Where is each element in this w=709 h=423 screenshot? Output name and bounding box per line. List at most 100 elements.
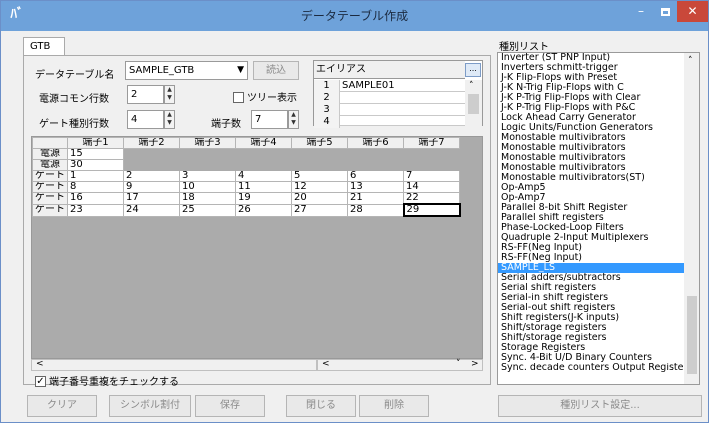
gate-rows-input[interactable]: 4 xyxy=(127,110,164,129)
list-item[interactable]: Storage Registers xyxy=(498,343,699,353)
list-item[interactable]: J-K N-Trig Flip-Flops with C xyxy=(498,83,699,93)
grid-cell[interactable]: 22 xyxy=(403,192,460,205)
grid-hscrollbar-right[interactable]: < ˅ > xyxy=(317,359,483,371)
grid-column-header[interactable]: 端子2 xyxy=(123,137,180,149)
grid-cell[interactable]: 15 xyxy=(67,148,124,160)
list-item[interactable]: Shift registers(J-K inputs) xyxy=(498,313,699,323)
grid-cell[interactable]: 12 xyxy=(291,181,348,193)
grid-cell[interactable]: 26 xyxy=(235,203,292,217)
grid-cell[interactable]: 24 xyxy=(123,203,180,217)
list-item[interactable]: Shift/storage registers xyxy=(498,333,699,343)
clear-button[interactable]: クリア xyxy=(27,395,97,417)
alias-row[interactable]: 2 xyxy=(314,92,465,104)
power-rows-stepper[interactable]: ▲ ▼ xyxy=(164,85,175,104)
list-item[interactable]: Logic Units/Function Generators xyxy=(498,123,699,133)
grid-cell[interactable]: 3 xyxy=(179,170,236,182)
list-item[interactable]: Serial-out shift registers xyxy=(498,303,699,313)
list-item[interactable]: RS-FF(Neg Input) xyxy=(498,253,699,263)
list-item[interactable]: Op-Amp7 xyxy=(498,193,699,203)
list-item[interactable]: Serial-in shift registers xyxy=(498,293,699,303)
list-item[interactable]: Lock Ahead Carry Generator xyxy=(498,113,699,123)
minimize-button[interactable]: – xyxy=(629,1,653,22)
list-item[interactable]: J-K P-Trig Flip-Flops with Clear xyxy=(498,93,699,103)
alias-row[interactable]: 4 xyxy=(314,116,465,128)
grid-column-header[interactable]: 端子1 xyxy=(67,137,124,149)
grid-cell[interactable]: 28 xyxy=(347,203,404,217)
list-item[interactable]: Serial adders/subtractors xyxy=(498,273,699,283)
list-item[interactable]: Monostable multivibrators(ST) xyxy=(498,173,699,183)
alias-row[interactable]: 3 xyxy=(314,104,465,116)
grid-cell[interactable]: 4 xyxy=(235,170,292,182)
list-item[interactable]: Monostable multivibrators xyxy=(498,133,699,143)
list-item[interactable]: Sync. 4-Bit U/D Binary Counters xyxy=(498,353,699,363)
list-item[interactable]: Quadruple 2-Input Multiplexers xyxy=(498,233,699,243)
list-item[interactable]: Parallel shift registers xyxy=(498,213,699,223)
grid-cell[interactable]: 25 xyxy=(179,203,236,217)
type-list-settings-button[interactable]: 種別リスト設定... xyxy=(498,395,702,417)
list-item[interactable]: Monostable multivibrators xyxy=(498,153,699,163)
dup-check-checkbox[interactable]: ✓ 端子番号重複をチェックする xyxy=(35,373,179,388)
grid-cell[interactable]: 27 xyxy=(291,203,348,217)
grid-cell[interactable]: 7 xyxy=(403,170,460,182)
type-list-scroll-thumb[interactable] xyxy=(687,296,697,374)
grid-cell[interactable]: 18 xyxy=(179,192,236,205)
type-list-scrollbar[interactable]: ˄ xyxy=(684,53,699,384)
list-item[interactable]: Serial shift registers xyxy=(498,283,699,293)
power-rows-input[interactable]: 2 xyxy=(127,85,164,104)
grid-cell[interactable]: 17 xyxy=(123,192,180,205)
grid-column-header[interactable]: 端子5 xyxy=(291,137,348,149)
chevron-left-icon[interactable]: < xyxy=(36,359,44,369)
tab-gtb[interactable]: GTB xyxy=(23,37,65,56)
list-item[interactable]: J-K P-Trig Flip-Flops with P&C xyxy=(498,103,699,113)
grid-cell[interactable]: 9 xyxy=(123,181,180,193)
alias-scrollbar[interactable]: ˄ xyxy=(465,80,482,126)
dup-check-box[interactable]: ✓ xyxy=(35,375,46,387)
grid-cell-selected[interactable]: 29 xyxy=(402,203,461,217)
chevron-up-icon[interactable]: ˄ xyxy=(688,56,693,66)
list-item[interactable]: Shift/storage registers xyxy=(498,323,699,333)
chevron-down-icon[interactable]: ˅ xyxy=(456,359,461,369)
list-item[interactable]: Op-Amp5 xyxy=(498,183,699,193)
close-button[interactable]: 閉じる xyxy=(286,395,356,417)
pins-input[interactable]: 7 xyxy=(251,110,288,129)
tree-view-check-box[interactable] xyxy=(233,91,244,103)
load-button[interactable]: 読込 xyxy=(253,61,299,80)
grid-cell[interactable]: 13 xyxy=(347,181,404,193)
delete-button[interactable]: 削除 xyxy=(359,395,429,417)
list-item[interactable]: Parallel 8-bit Shift Register xyxy=(498,203,699,213)
maximize-button[interactable] xyxy=(653,1,677,22)
grid-column-header[interactable]: 端子4 xyxy=(235,137,292,149)
grid-cell[interactable]: 30 xyxy=(67,159,124,171)
grid-cell[interactable]: 5 xyxy=(291,170,348,182)
list-item[interactable]: Inverter (ST PNP Input) xyxy=(498,53,699,63)
grid-cell[interactable]: 20 xyxy=(291,192,348,205)
chevron-up-icon[interactable]: ˄ xyxy=(469,81,474,91)
grid-cell[interactable]: 2 xyxy=(123,170,180,182)
grid-cell[interactable]: 6 xyxy=(347,170,404,182)
pins-stepper[interactable]: ▲ ▼ xyxy=(288,110,299,129)
grid-cell[interactable]: 21 xyxy=(347,192,404,205)
list-item[interactable]: Inverters schmitt-trigger xyxy=(498,63,699,73)
table-name-dropdown[interactable]: SAMPLE_GTB ▼ xyxy=(125,61,248,80)
type-list[interactable]: Inverter (ST PNP Input) Inverters schmitt… xyxy=(497,52,700,385)
list-item[interactable]: RS-FF(Neg Input) xyxy=(498,243,699,253)
gate-rows-stepper[interactable]: ▲ ▼ xyxy=(164,110,175,129)
list-item[interactable]: Sync. decade counters Output Registers xyxy=(498,363,699,373)
chevron-right-icon[interactable]: > xyxy=(471,359,479,369)
chevron-left-icon[interactable]: < xyxy=(322,359,330,369)
grid-cell[interactable]: 16 xyxy=(67,192,124,205)
grid-column-header[interactable]: 端子7 xyxy=(403,137,460,149)
tree-view-checkbox[interactable]: ツリー表示 xyxy=(233,89,297,104)
grid-hscrollbar[interactable]: < xyxy=(31,359,317,371)
grid-cell[interactable]: 14 xyxy=(403,181,460,193)
alias-browse-button[interactable]: ... xyxy=(465,63,481,77)
grid-cell[interactable]: 10 xyxy=(179,181,236,193)
grid-column-header[interactable]: 端子3 xyxy=(179,137,236,149)
symbol-assign-button[interactable]: シンボル割付 xyxy=(109,395,191,417)
list-item[interactable]: J-K Flip-Flops with Preset xyxy=(498,73,699,83)
grid-cell[interactable]: 23 xyxy=(67,203,124,217)
list-item[interactable]: Monostable multivibrators xyxy=(498,163,699,173)
grid-cell[interactable]: 1 xyxy=(67,170,124,182)
list-item[interactable]: Phase-Locked-Loop Filters xyxy=(498,223,699,233)
alias-scroll-thumb[interactable] xyxy=(468,94,479,114)
